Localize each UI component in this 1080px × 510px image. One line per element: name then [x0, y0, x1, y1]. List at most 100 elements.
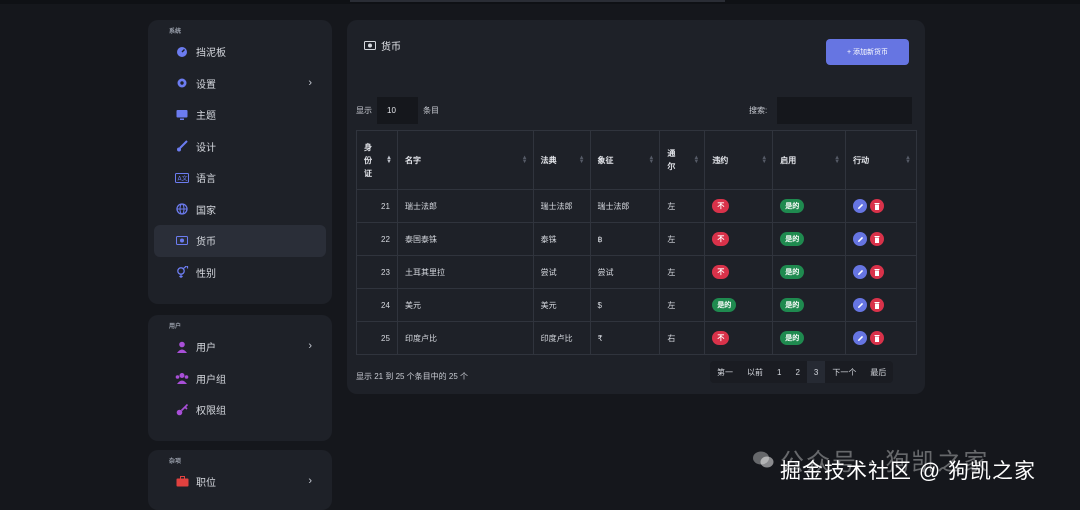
pager-last[interactable]: 最后	[863, 361, 893, 383]
sidebar-item-gear[interactable]: 设置 ›	[154, 68, 326, 100]
sidebar-item-label: 国家	[196, 205, 216, 217]
pager-next[interactable]: 下一个	[825, 361, 863, 383]
cell-symbol: $	[589, 288, 661, 322]
table-row: 25 印度卢比 印度卢比 ₹ 右不是的	[356, 321, 917, 355]
cell-name: 美元	[396, 288, 534, 322]
cell-dir: 左	[659, 255, 706, 289]
currency-table: 身份证 ▲ ▼ 名字 ▲ ▼ 法典 ▲ ▼ 象征 ▲ ▼ 通尔 ▲ ▼ 违约 ▲ ▼ 启用 ▲ ▼ 行动 ▲ ▼ 21 瑞士法郎…	[356, 130, 917, 355]
delete-button[interactable]	[870, 199, 885, 213]
page-title-row: 货币	[364, 38, 401, 53]
cell-enabled: 是的	[772, 222, 847, 256]
pencil-icon	[857, 203, 863, 209]
column-header[interactable]: 行动 ▲ ▼	[845, 130, 917, 190]
sidebar-item-money[interactable]: 货币	[154, 225, 326, 257]
sort-icon: ▲ ▼	[761, 155, 768, 165]
cell-dir: 左	[659, 288, 706, 322]
cell-actions	[845, 288, 917, 322]
cell-default: 是的	[704, 288, 774, 322]
sort-icon: ▲ ▼	[905, 155, 911, 165]
edit-button[interactable]	[853, 199, 868, 213]
page-length-select[interactable]: 10	[377, 97, 418, 124]
sidebar-item-key[interactable]: 权限组	[154, 394, 326, 426]
edit-button[interactable]	[853, 298, 868, 312]
delete-button[interactable]	[870, 265, 885, 279]
sidebar-item-brush[interactable]: 设计	[154, 131, 326, 163]
sidebar-item-users[interactable]: 用户组	[154, 363, 326, 395]
edit-button[interactable]	[853, 331, 868, 345]
status-badge: 是的	[780, 265, 805, 279]
sidebar-item-briefcase[interactable]: 职位 ›	[154, 466, 326, 498]
delete-button[interactable]	[870, 331, 885, 345]
table-info: 显示 21 到 25 个条目中的 25 个	[356, 372, 469, 381]
cell-id: 22	[356, 222, 398, 256]
sidebar-item-user[interactable]: 用户 ›	[154, 331, 326, 363]
sidebar-item-label: 货币	[196, 237, 216, 249]
sidebar-item-language[interactable]: A文 语言	[154, 162, 326, 194]
column-header[interactable]: 身份证 ▲ ▼	[356, 130, 398, 190]
cell-dir: 右	[659, 321, 706, 355]
delete-button[interactable]	[870, 232, 885, 246]
briefcase-icon	[175, 475, 189, 489]
cell-actions	[845, 222, 917, 256]
sidebar-item-globe[interactable]: 国家	[154, 194, 326, 226]
trash-icon	[874, 301, 880, 309]
status-badge: 是的	[712, 298, 737, 312]
column-header-label: 身份证	[364, 142, 372, 178]
pager-prev[interactable]: 以前	[740, 361, 770, 383]
search-input[interactable]	[777, 97, 913, 124]
column-header[interactable]: 象征 ▲ ▼	[589, 130, 661, 190]
column-header[interactable]: 名字 ▲ ▼	[396, 130, 534, 190]
cell-dir: 左	[659, 189, 706, 223]
add-currency-button[interactable]: + 添加新货币	[826, 39, 909, 65]
gear-icon	[175, 76, 189, 90]
cell-code: 尝试	[532, 255, 591, 289]
search-control: 搜索:	[749, 97, 913, 124]
brush-icon	[175, 139, 189, 153]
sort-icon: ▲ ▼	[578, 155, 585, 165]
column-header[interactable]: 违约 ▲ ▼	[704, 130, 774, 190]
sidebar-item-label: 用户	[196, 343, 216, 355]
entries-label: 条目	[423, 106, 439, 115]
cell-name: 泰国泰铢	[396, 222, 534, 256]
sidebar-item-monitor[interactable]: 主题	[154, 99, 326, 131]
pencil-icon	[857, 302, 863, 308]
column-header[interactable]: 启用 ▲ ▼	[772, 130, 847, 190]
cell-enabled: 是的	[772, 321, 847, 355]
cell-enabled: 是的	[772, 189, 847, 223]
sidebar-item-dashboard[interactable]: 挡泥板	[154, 36, 326, 68]
table-row: 22 泰国泰铢 泰铢฿左不 是的	[356, 222, 917, 256]
cell-code: 印度卢比	[532, 321, 591, 355]
trash-icon	[874, 268, 880, 276]
sidebar-item-gender[interactable]: 性别	[154, 257, 326, 289]
edit-button[interactable]	[853, 232, 868, 246]
cell-symbol: 尝试	[589, 255, 661, 289]
cell-symbol: ₹	[589, 321, 661, 355]
svg-text:A文: A文	[178, 174, 188, 182]
trash-icon	[874, 235, 880, 243]
column-header-label: 行动	[853, 155, 870, 165]
pager-page-3[interactable]: 3	[806, 361, 826, 383]
currency-card: 货币 + 添加新货币 显示 10 条目 搜索: 身份证 ▲ ▼ 名字 ▲ ▼ 法典 ▲ ▼ 象征 ▲…	[347, 20, 925, 394]
table-header-row: 身份证 ▲ ▼ 名字 ▲ ▼ 法典 ▲ ▼ 象征 ▲ ▼ 通尔 ▲ ▼ 违约 ▲ ▼ 启用 ▲ ▼ 行动 ▲ ▼	[356, 130, 917, 190]
cell-name: 印度卢比	[396, 321, 534, 355]
sidebar-item-label: 主题	[196, 111, 216, 123]
language-icon: A文	[175, 171, 189, 185]
sidebar-item-label: 设计	[196, 142, 216, 154]
cell-code: 美元	[532, 288, 591, 322]
column-header[interactable]: 法典 ▲ ▼	[532, 130, 591, 190]
watermark-line2: 掘金技术社区 @ 狗凯之家	[780, 460, 1036, 483]
sidebar-users-card: 用户 用户 › 用户组 权限组	[148, 315, 332, 441]
cell-actions	[845, 321, 917, 355]
pager-page-2[interactable]: 2	[788, 361, 806, 383]
cell-name: 土耳其里拉	[396, 255, 534, 289]
sidebar-item-label: 设置	[196, 79, 216, 91]
globe-icon	[175, 202, 189, 216]
delete-button[interactable]	[870, 298, 885, 312]
column-header[interactable]: 通尔 ▲ ▼	[659, 130, 706, 190]
edit-button[interactable]	[853, 265, 868, 279]
pager-page-1[interactable]: 1	[770, 361, 788, 383]
cell-enabled: 是的	[772, 288, 847, 322]
pager-first[interactable]: 第一	[710, 361, 740, 383]
sort-icon: ▲ ▼	[521, 155, 528, 165]
cell-symbol: 瑞士法郎	[589, 189, 661, 223]
